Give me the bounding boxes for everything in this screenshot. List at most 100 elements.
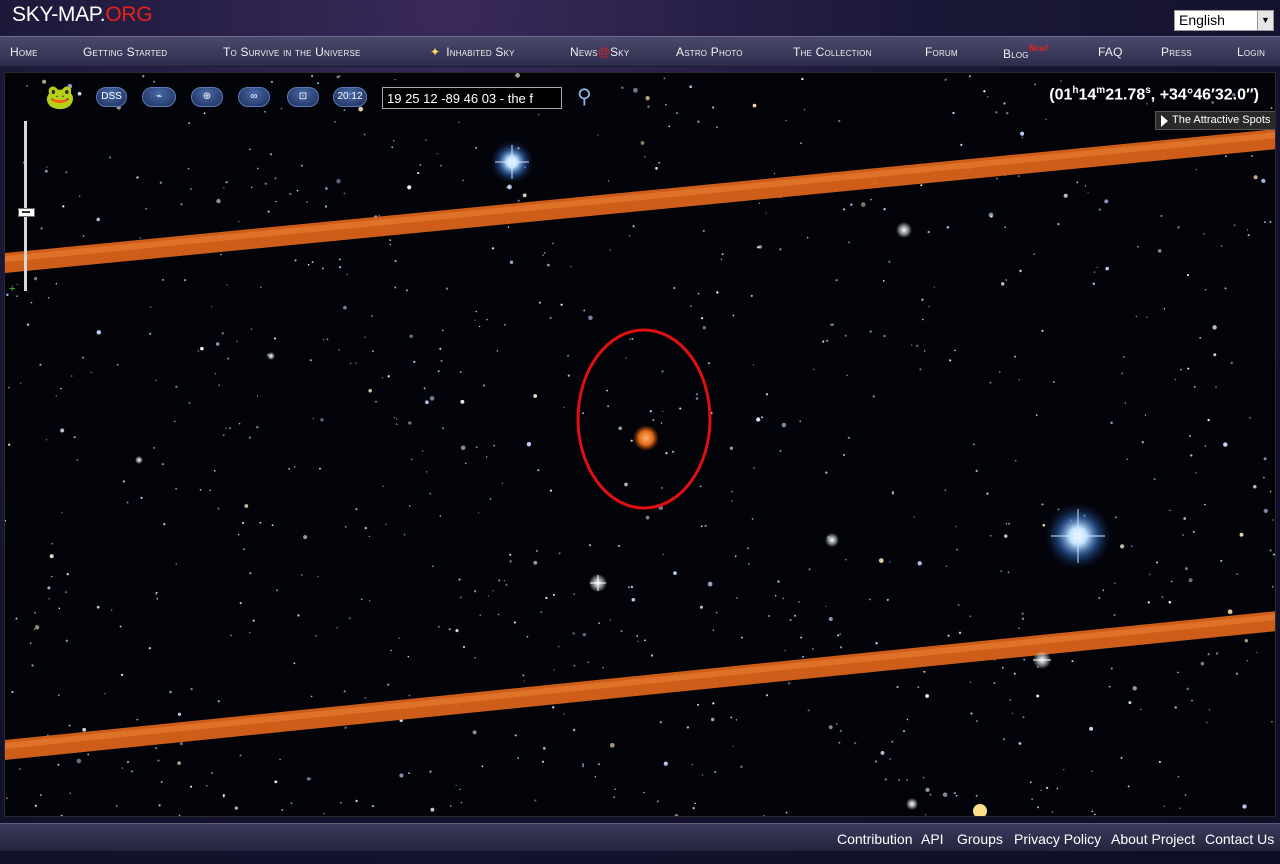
star [630, 585, 634, 589]
nav-item-forum[interactable]: Forum [925, 45, 958, 59]
attractive-spots-button[interactable]: The Attractive Spots [1155, 111, 1275, 130]
footer-link-contact-us[interactable]: Contact Us [1205, 831, 1274, 847]
star [1000, 570, 1003, 572]
star [765, 212, 767, 214]
star [473, 590, 477, 593]
language-value: English [1179, 12, 1225, 28]
star [203, 112, 206, 115]
footer-link-api[interactable]: API [921, 831, 944, 847]
declination: , +34°46′32.0″) [1150, 86, 1259, 104]
star [734, 555, 737, 558]
footer-link-privacy-policy[interactable]: Privacy Policy [1014, 831, 1101, 847]
star [689, 85, 693, 89]
language-select[interactable]: English ▼ [1174, 10, 1274, 31]
star [47, 586, 51, 590]
nav-label: Press [1161, 45, 1192, 59]
camera-icon[interactable]: ⊡ [287, 87, 319, 107]
star [1041, 329, 1044, 332]
star [782, 597, 785, 600]
zoom-slider-track[interactable] [24, 121, 27, 291]
nav-item-login[interactable]: Login [1237, 45, 1265, 59]
plus-icon[interactable]: + [9, 283, 15, 295]
star [481, 765, 484, 768]
constellation-icon[interactable]: ⌁ [142, 87, 176, 107]
nav-item-astro-photo[interactable]: Astro Photo [676, 45, 743, 59]
star [267, 352, 275, 360]
star [62, 205, 65, 208]
star [217, 700, 220, 703]
star [589, 544, 591, 546]
sky-image[interactable] [5, 73, 1276, 817]
star [1263, 508, 1268, 514]
nav-label-news: News [570, 45, 598, 59]
star [119, 625, 122, 628]
nav-item-inhabited-sky[interactable]: ✦ Inhabited Sky [430, 45, 515, 59]
dss-button[interactable]: DSS [96, 87, 127, 107]
star [773, 172, 776, 175]
footer-link-about-project[interactable]: About Project [1111, 831, 1195, 847]
search-input[interactable] [382, 87, 562, 109]
star [338, 349, 340, 351]
search-icon[interactable]: ⚲ [577, 84, 592, 109]
time-button[interactable]: 20:12 [333, 87, 367, 107]
grid-globe-icon[interactable]: ⊕ [191, 87, 223, 107]
star [57, 694, 60, 697]
star [459, 788, 461, 791]
star [751, 518, 754, 520]
star [1269, 490, 1272, 493]
star [234, 806, 238, 810]
star [39, 794, 42, 797]
star [636, 635, 638, 637]
nav-item-news-sky[interactable]: News@Sky [570, 45, 629, 59]
sky-map-viewport[interactable]: 🐸 DSS ⌁ ⊕ ∞ ⊡ 20:12 ⚲ (01h14m21.78s, +34… [4, 72, 1276, 817]
star [883, 334, 886, 338]
star [394, 78, 396, 81]
nav-item-home[interactable]: Home [10, 45, 38, 59]
star [628, 586, 630, 589]
star [460, 445, 466, 451]
zoom-slider-handle[interactable] [18, 208, 35, 217]
site-header: SKY-MAP.ORG English ▼ [0, 0, 1280, 36]
footer-link-groups[interactable]: Groups [957, 831, 1003, 847]
target-object [633, 425, 659, 451]
star [920, 184, 923, 187]
star [421, 450, 424, 452]
milky-way-icon[interactable]: ∞ [238, 87, 270, 107]
star [1009, 699, 1011, 701]
star [49, 554, 54, 559]
chevron-down-icon[interactable]: ▼ [1257, 11, 1273, 30]
star [870, 198, 872, 201]
star [408, 421, 412, 425]
nav-item-faq[interactable]: FAQ [1098, 45, 1123, 59]
star [148, 646, 152, 650]
star [215, 342, 220, 346]
star [1001, 666, 1004, 669]
star [844, 558, 847, 561]
footer-link-contribution[interactable]: Contribution [837, 831, 913, 847]
star [1188, 578, 1193, 583]
nav-item-the-collection[interactable]: The Collection [793, 45, 872, 59]
star [315, 635, 317, 637]
nav-item-getting-started[interactable]: Getting Started [83, 45, 167, 59]
nav-item-press[interactable]: Press [1161, 45, 1192, 59]
star [276, 589, 279, 592]
star [445, 287, 449, 290]
star [226, 284, 229, 286]
star [831, 323, 834, 326]
star [1017, 175, 1020, 178]
star [510, 816, 511, 817]
star [563, 713, 565, 715]
star [701, 317, 704, 320]
star [34, 625, 40, 630]
star [303, 535, 308, 540]
site-logo[interactable]: SKY-MAP.ORG [12, 3, 153, 27]
star [355, 508, 358, 511]
star [1034, 83, 1036, 86]
nav-item-blog[interactable]: BlogNew! [1003, 43, 1049, 61]
star [850, 203, 853, 206]
star [989, 381, 992, 384]
star [274, 177, 277, 180]
star [553, 669, 555, 671]
frog-icon[interactable]: 🐸 [45, 83, 75, 112]
nav-item-to-survive[interactable]: To Survive in the Universe [223, 45, 361, 59]
